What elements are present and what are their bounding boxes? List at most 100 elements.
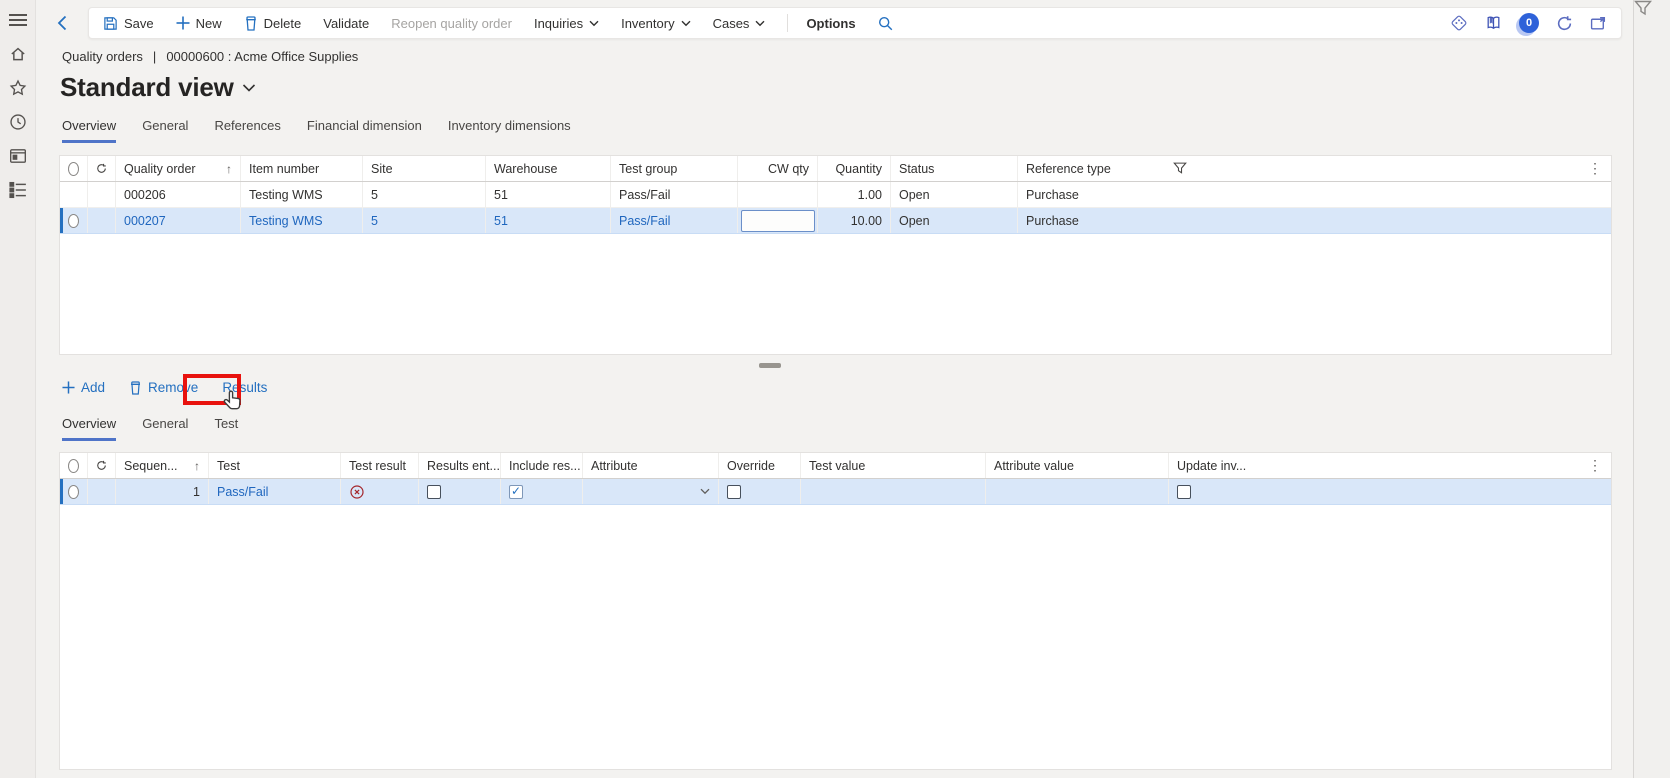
col-reference-type[interactable]: Reference type [1018,156,1611,181]
search-button[interactable] [878,16,893,31]
remove-line-button[interactable]: Remove [129,380,198,395]
cell-attribute[interactable] [583,479,719,504]
filter-pane-funnel-icon[interactable] [1634,0,1670,17]
delete-button[interactable]: Delete [244,16,302,31]
results-button[interactable]: Results [222,380,267,395]
new-button[interactable]: New [176,16,222,31]
grid-splitter-handle[interactable] [759,363,781,368]
tab-general[interactable]: General [142,118,188,143]
include-results-checkbox[interactable] [509,485,523,499]
line-tab-test[interactable]: Test [214,416,238,441]
copilot-badge[interactable]: 0 [1519,13,1539,33]
cell-status[interactable]: Open [891,182,1018,207]
cell-test[interactable]: Pass/Fail [209,479,341,504]
quality-order-row-000206[interactable]: 000206 Testing WMS 5 51 Pass/Fail 1.00 O… [60,182,1611,208]
col-attribute[interactable]: Attribute [583,453,719,478]
update-inventory-checkbox[interactable] [1177,485,1191,499]
cw-qty-input[interactable] [741,210,815,232]
cell-attribute-value[interactable] [986,479,1169,504]
recent-clock-icon[interactable] [8,112,28,132]
cell-item-number[interactable]: Testing WMS [241,182,363,207]
cell-status[interactable]: Open [891,208,1018,233]
col-attribute-value[interactable]: Attribute value [986,453,1169,478]
select-all-cell[interactable] [60,156,88,181]
cell-site[interactable]: 5 [363,208,486,233]
col-cw-qty[interactable]: CW qty [738,156,818,181]
select-all-radio[interactable] [68,162,79,176]
col-site[interactable]: Site [363,156,486,181]
favorites-star-icon[interactable] [8,78,28,98]
col-override[interactable]: Override [719,453,801,478]
cell-site[interactable]: 5 [363,182,486,207]
row-select-radio[interactable] [68,214,79,228]
cell-test-group[interactable]: Pass/Fail [611,208,738,233]
save-button[interactable]: Save [103,16,154,31]
col-test-group[interactable]: Test group [611,156,738,181]
refresh-icon[interactable] [1556,15,1573,32]
line-tab-overview[interactable]: Overview [62,416,116,441]
col-quality-order[interactable]: Quality order↑ [116,156,241,181]
col-item-number[interactable]: Item number [241,156,363,181]
cell-test-result[interactable] [341,479,419,504]
tab-inventory-dimensions[interactable]: Inventory dimensions [448,118,571,143]
override-checkbox[interactable] [727,485,741,499]
select-all-cell[interactable] [60,453,88,478]
guide-book-icon[interactable] [1485,15,1502,32]
col-test-result[interactable]: Test result [341,453,419,478]
cell-test-value[interactable] [801,479,986,504]
col-sequence[interactable]: Sequen...↑ [116,453,209,478]
col-warehouse[interactable]: Warehouse [486,156,611,181]
row-select-radio[interactable] [68,485,79,499]
cell-warehouse[interactable]: 51 [486,182,611,207]
breadcrumb-section[interactable]: Quality orders [62,49,143,64]
view-selector[interactable]: Standard view [60,72,256,103]
home-icon[interactable] [8,44,28,64]
inventory-menu[interactable]: Inventory [621,16,690,31]
grid-refresh-cell[interactable] [88,453,116,478]
cell-cw-qty[interactable] [738,182,818,207]
quality-order-row-000207[interactable]: 000207 Testing WMS 5 51 Pass/Fail 10.00 … [60,208,1611,234]
cell-quality-order[interactable]: 000206 [116,182,241,207]
cell-sequence[interactable]: 1 [116,479,209,504]
cell-reference-type[interactable]: Purchase [1018,208,1611,233]
cases-menu[interactable]: Cases [713,16,766,31]
workspaces-icon[interactable] [8,146,28,166]
column-filter-funnel-icon[interactable] [1173,162,1187,175]
inquiries-menu[interactable]: Inquiries [534,16,599,31]
col-results-entered[interactable]: Results ent... [419,453,501,478]
add-line-button[interactable]: Add [62,380,105,395]
cell-quality-order[interactable]: 000207 [116,208,241,233]
tab-overview[interactable]: Overview [62,118,116,143]
col-quantity[interactable]: Quantity [818,156,891,181]
options-menu[interactable]: Options [806,16,855,31]
back-arrow-icon[interactable] [53,13,73,33]
test-line-row-1[interactable]: 1 Pass/Fail [60,479,1611,505]
tab-references[interactable]: References [214,118,280,143]
col-update-inventory[interactable]: Update inv... [1169,453,1611,478]
open-new-window-icon[interactable] [1590,15,1607,32]
results-entered-checkbox[interactable] [427,485,441,499]
modules-list-icon[interactable] [8,180,28,200]
cell-reference-type[interactable]: Purchase [1018,182,1611,207]
grid-refresh-cell[interactable] [88,156,116,181]
col-include-results[interactable]: Include res... [501,453,583,478]
validate-button[interactable]: Validate [323,16,369,31]
attribute-dropdown-chevron-icon[interactable] [700,488,710,495]
action-pane-toolbar: Save New Delete Validate Reopen quality … [88,7,1622,39]
hamburger-menu-icon[interactable] [8,10,28,30]
col-status[interactable]: Status [891,156,1018,181]
chevron-down-icon [242,83,256,93]
cell-item-number[interactable]: Testing WMS [241,208,363,233]
cell-quantity[interactable]: 10.00 [818,208,891,233]
ratio-icon[interactable] [1450,14,1468,32]
cell-warehouse[interactable]: 51 [486,208,611,233]
col-test-value[interactable]: Test value [801,453,986,478]
col-test[interactable]: Test [209,453,341,478]
grid2-more-options-icon[interactable]: ⋮ [1588,457,1603,474]
cell-test-group[interactable]: Pass/Fail [611,182,738,207]
grid1-more-options-icon[interactable]: ⋮ [1588,160,1603,177]
cell-quantity[interactable]: 1.00 [818,182,891,207]
line-tab-general[interactable]: General [142,416,188,441]
tab-financial-dimension[interactable]: Financial dimension [307,118,422,143]
select-all-radio[interactable] [68,459,79,473]
